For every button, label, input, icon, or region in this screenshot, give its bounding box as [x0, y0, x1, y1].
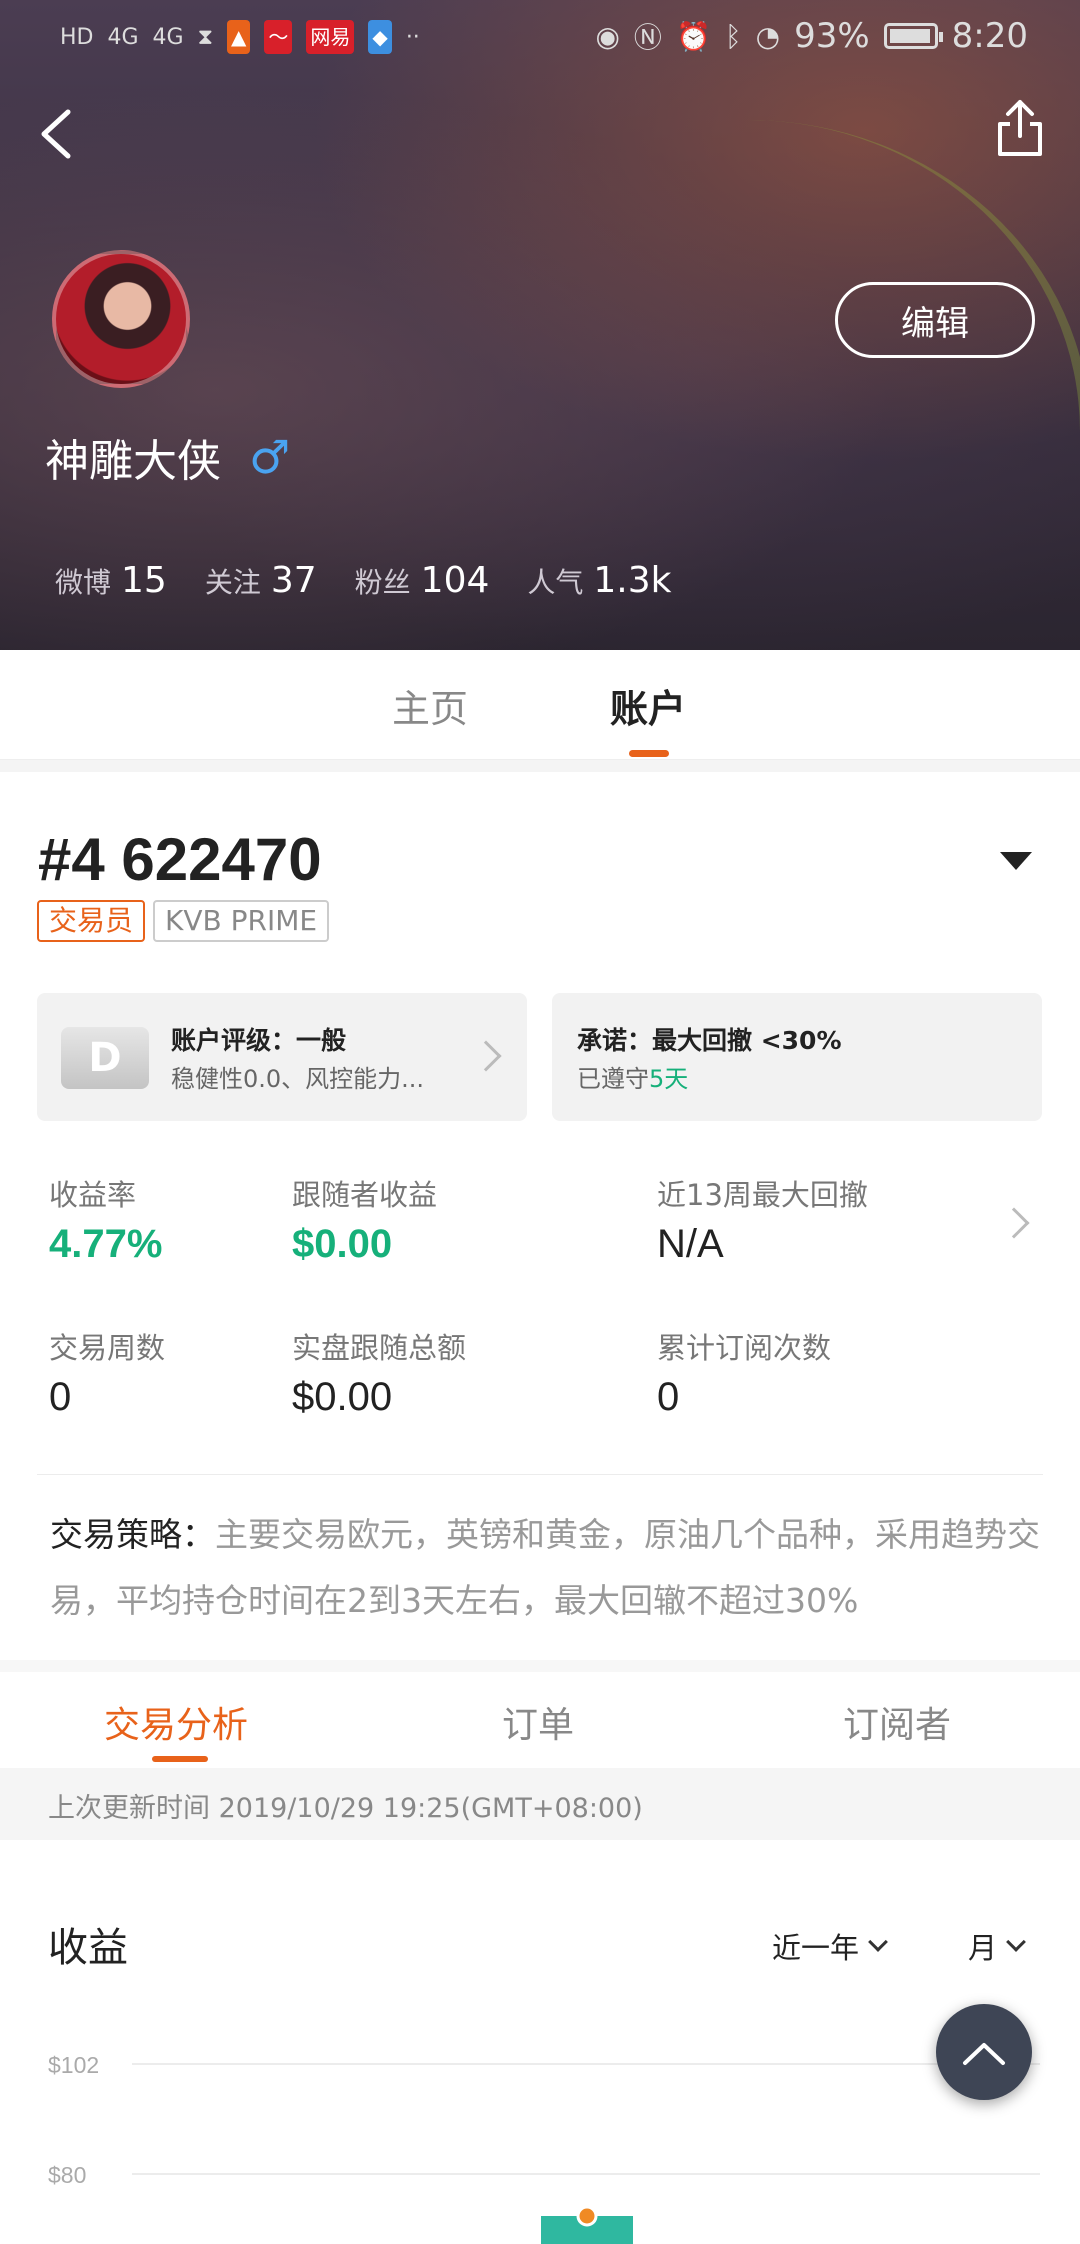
update-bar: 上次更新时间 2019/10/29 19:25(GMT+08:00) — [0, 1768, 1080, 1840]
stat-value: 1.3k — [593, 560, 672, 601]
alarm-icon: ⏰ — [675, 19, 711, 53]
share-icon — [998, 100, 1042, 156]
chevron-right-icon — [470, 1040, 502, 1072]
edit-profile-button[interactable]: 编辑 — [835, 282, 1035, 358]
promise-days: 5天 — [649, 1065, 689, 1093]
rating-title: 账户评级：一般 — [171, 1026, 347, 1055]
promise-prefix: 已遵守 — [577, 1065, 649, 1093]
trade-weeks-value: 0 — [49, 1375, 72, 1419]
y-tick-label: $102 — [48, 2052, 99, 2078]
tab-orders[interactable]: 订单 — [502, 1696, 574, 1748]
promise-title: 承诺：最大回撤 <30% — [577, 1026, 842, 1055]
username-row: 神雕大侠 ♂ — [45, 425, 290, 489]
promise-subtitle: 已遵守5天 — [577, 1059, 688, 1094]
scroll-to-top-button[interactable] — [936, 2004, 1032, 2100]
rating-subtitle: 稳健性0.0、风控能力... — [171, 1065, 425, 1093]
username: 神雕大侠 — [45, 436, 221, 487]
male-gender-icon: ♂ — [249, 430, 291, 484]
active-tab-indicator — [152, 1756, 208, 1762]
chevron-down-icon — [868, 1932, 888, 1952]
active-tab-indicator — [629, 750, 669, 757]
speed-icon: ◔ — [755, 19, 781, 53]
period-filter-dropdown[interactable]: 月 — [968, 1925, 1026, 1967]
metric-label: 交易周数 — [49, 1331, 166, 1365]
status-left-icons: HD 4G 4G ⧗ ▲ 〜 网易 ◆ ·· — [60, 20, 420, 54]
hourglass-icon: ⧗ — [197, 24, 214, 50]
stat-value: 37 — [270, 560, 317, 601]
period-filter-label: 月 — [968, 1931, 998, 1965]
netease-icon: 网易 — [306, 20, 355, 54]
bluetooth-icon: ᛒ — [724, 19, 742, 53]
chart-title: 收益 — [48, 1925, 128, 1971]
app-icon: ▲ — [227, 20, 251, 54]
nfc-icon: Ⓝ — [633, 21, 662, 54]
divider — [37, 1474, 1043, 1475]
follow-total-value: $0.00 — [292, 1375, 393, 1419]
y-tick-label: $80 — [48, 2162, 86, 2188]
range-filter-dropdown[interactable]: 近一年 — [772, 1925, 888, 1967]
hd-icon: HD — [60, 24, 94, 50]
signal-icon: 4G — [107, 24, 139, 50]
range-filter-label: 近一年 — [772, 1931, 860, 1965]
subscription-count-value: 0 — [657, 1375, 680, 1419]
max-drawdown-value: N/A — [657, 1222, 724, 1266]
status-right-icons: ◉ Ⓝ ⏰ ᛒ ◔ 93% 8:20 — [595, 16, 1028, 56]
grade-badge: D — [61, 1027, 149, 1089]
metric-label: 跟随者收益 — [292, 1178, 438, 1212]
app-icon: ◆ — [368, 20, 392, 54]
stat-weibo[interactable]: 微博 15 — [55, 560, 167, 601]
chevron-right-icon[interactable] — [998, 1207, 1030, 1239]
broker-tag: KVB PRIME — [153, 900, 330, 942]
eye-icon: ◉ — [595, 19, 620, 53]
last-updated-text: 上次更新时间 2019/10/29 19:25(GMT+08:00) — [48, 1793, 643, 1824]
metric-label: 实盘跟随总额 — [292, 1331, 467, 1365]
section-gap — [0, 1660, 1080, 1672]
tab-home[interactable]: 主页 — [392, 678, 468, 733]
profile-stats: 微博 15 关注 37 粉丝 104 人气 1.3k — [55, 560, 672, 601]
section-gap — [0, 760, 1080, 772]
analysis-tabs: 交易分析 订单 订阅者 — [0, 1672, 1080, 1768]
battery-percent: 93% — [794, 16, 870, 56]
profit-chart: $102 $80 — [48, 2052, 1040, 2244]
stat-following[interactable]: 关注 37 — [205, 560, 317, 601]
clock: 8:20 — [951, 16, 1028, 56]
strategy-label: 交易策略： — [50, 1515, 215, 1554]
stat-label: 微博 — [55, 566, 112, 599]
stat-label: 人气 — [527, 566, 584, 599]
return-rate-value: 4.77% — [49, 1222, 163, 1266]
avatar[interactable] — [52, 250, 190, 388]
battery-icon — [883, 23, 943, 49]
profile-header: HD 4G 4G ⧗ ▲ 〜 网易 ◆ ·· ◉ Ⓝ ⏰ ᛒ ◔ 93% 8:2… — [0, 0, 1080, 650]
share-button[interactable] — [990, 94, 1050, 164]
stat-value: 15 — [121, 560, 167, 601]
trading-strategy: 交易策略：主要交易欧元，英镑和黄金，原油几个品种，采用趋势交易，平均持仓时间在2… — [50, 1502, 1040, 1634]
more-notifications-icon: ·· — [405, 24, 420, 50]
metric-label: 近13周最大回撤 — [657, 1178, 868, 1212]
tab-account[interactable]: 账户 — [610, 678, 686, 733]
follower-profit-value: $0.00 — [292, 1222, 393, 1266]
app-icon: 〜 — [264, 20, 293, 54]
chart-point[interactable] — [576, 2205, 598, 2227]
stat-label: 关注 — [204, 566, 261, 599]
chevron-up-icon — [963, 2043, 1005, 2065]
tab-trade-analysis[interactable]: 交易分析 — [104, 1696, 248, 1748]
account-rating-card[interactable]: D 账户评级：一般 稳健性0.0、风控能力... — [37, 993, 527, 1121]
back-arrow-icon — [41, 109, 71, 159]
metric-label: 收益率 — [49, 1178, 137, 1212]
status-bar: HD 4G 4G ⧗ ▲ 〜 网易 ◆ ·· ◉ Ⓝ ⏰ ᛒ ◔ 93% 8:2… — [0, 14, 1080, 62]
account-dropdown-icon[interactable] — [1000, 852, 1032, 870]
metric-label: 累计订阅次数 — [657, 1331, 832, 1365]
main-tabs: 主页 账户 — [0, 650, 1080, 760]
signal-icon: 4G — [152, 24, 184, 50]
trader-tag: 交易员 — [37, 900, 146, 942]
stat-popularity: 人气 1.3k — [527, 560, 671, 601]
chevron-down-icon — [1006, 1932, 1026, 1952]
stat-value: 104 — [420, 560, 490, 601]
stat-label: 粉丝 — [354, 566, 411, 599]
promise-card: 承诺：最大回撤 <30% 已遵守5天 — [552, 993, 1042, 1121]
stat-followers[interactable]: 粉丝 104 — [355, 560, 490, 601]
tab-subscribers[interactable]: 订阅者 — [843, 1696, 951, 1748]
back-button[interactable] — [28, 98, 88, 168]
account-number: #4 622470 — [38, 826, 322, 893]
